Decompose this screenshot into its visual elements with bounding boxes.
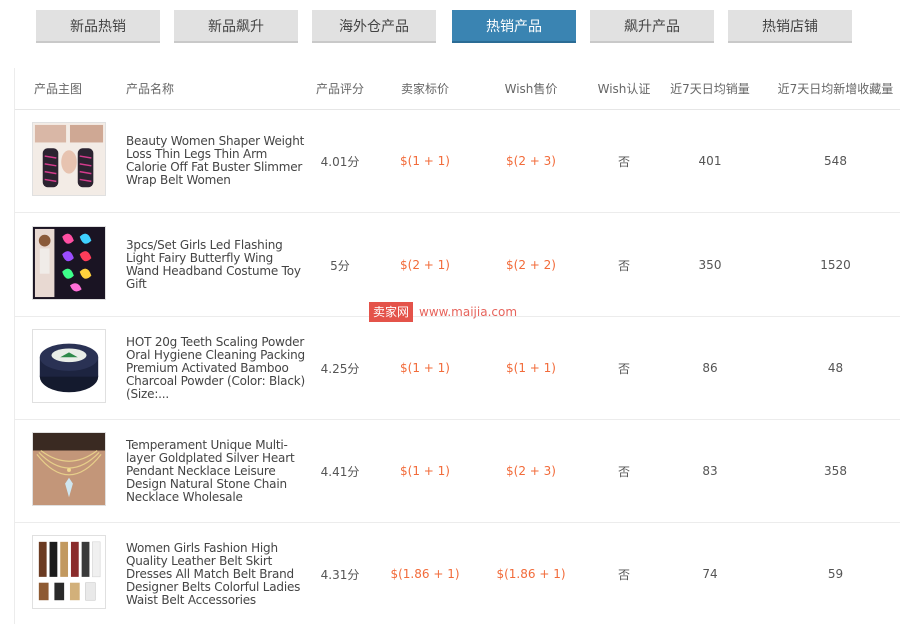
daily-sales: 74 xyxy=(702,567,718,581)
wish-price: $(1 + 1) xyxy=(506,361,556,375)
site-watermark: 卖家网 www.maijia.com xyxy=(369,301,517,323)
tab-overseas-warehouse[interactable]: 海外仓产品 xyxy=(312,10,436,43)
leather-belts-photo[interactable] xyxy=(32,535,106,609)
product-name[interactable]: HOT 20g Teeth Scaling Powder Oral Hygien… xyxy=(126,335,308,401)
daily-favorites: 48 xyxy=(827,361,844,375)
product-rating: 4.31分 xyxy=(320,567,360,582)
product-rating: 4.25分 xyxy=(320,361,360,376)
wish-cert: 否 xyxy=(617,464,630,479)
tab-new-rising[interactable]: 新品飙升 xyxy=(174,10,298,43)
watermark-url: www.maijia.com xyxy=(419,305,518,319)
daily-favorites: 59 xyxy=(827,567,844,581)
product-name[interactable]: Temperament Unique Multi-layer Goldplate… xyxy=(126,438,308,504)
seller-price: $(1 + 1) xyxy=(400,464,450,478)
product-rating: 4.01分 xyxy=(320,154,360,169)
daily-favorites: 358 xyxy=(824,464,847,478)
table-row[interactable]: Women Girls Fashion High Quality Leather… xyxy=(15,523,900,624)
seller-price: $(1 + 1) xyxy=(400,154,450,168)
table-header: 产品主图 产品名称 产品评分 卖家标价 Wish售价 Wish认证 近7天日均销… xyxy=(15,68,900,110)
wish-cert: 否 xyxy=(617,567,630,582)
product-table: 产品主图 产品名称 产品评分 卖家标价 Wish售价 Wish认证 近7天日均销… xyxy=(14,68,900,624)
wish-cert: 否 xyxy=(617,361,630,376)
wish-price: $(2 + 3) xyxy=(506,154,556,168)
watermark-label: 卖家网 xyxy=(369,302,414,322)
wish-cert: 否 xyxy=(617,154,630,169)
product-name[interactable]: Women Girls Fashion High Quality Leather… xyxy=(126,541,308,607)
tab-rising-products[interactable]: 飙升产品 xyxy=(590,10,714,43)
daily-sales: 83 xyxy=(702,464,718,478)
table-row[interactable]: Temperament Unique Multi-layer Goldplate… xyxy=(15,420,900,523)
wish-price: $(1.86 + 1) xyxy=(496,567,566,581)
table-row[interactable]: Beauty Women Shaper Weight Loss Thin Leg… xyxy=(15,110,900,213)
product-name[interactable]: Beauty Women Shaper Weight Loss Thin Leg… xyxy=(126,135,308,187)
teeth-powder-jar-photo[interactable] xyxy=(32,329,106,403)
daily-sales: 350 xyxy=(698,258,722,272)
necklace-photo[interactable] xyxy=(32,432,106,506)
daily-favorites: 548 xyxy=(824,154,847,168)
col-name: 产品名称 xyxy=(126,82,175,96)
product-name[interactable]: 3pcs/Set Girls Led Flashing Light Fairy … xyxy=(126,239,308,291)
daily-sales: 86 xyxy=(702,361,718,375)
col-image: 产品主图 xyxy=(34,82,83,96)
col-rating: 产品评分 xyxy=(315,82,364,96)
daily-sales: 401 xyxy=(698,154,722,168)
shapewear-arms-photo[interactable] xyxy=(32,122,106,196)
col-wish-price: Wish售价 xyxy=(504,82,558,96)
tab-hot-stores[interactable]: 热销店铺 xyxy=(728,10,852,43)
seller-price: $(1 + 1) xyxy=(400,361,450,375)
daily-favorites: 1520 xyxy=(820,258,851,272)
butterfly-wings-photo[interactable] xyxy=(32,226,106,300)
table-row[interactable]: HOT 20g Teeth Scaling Powder Oral Hygien… xyxy=(15,317,900,420)
col-wish-cert: Wish认证 xyxy=(597,82,651,96)
wish-cert: 否 xyxy=(617,258,630,273)
tab-hot-products[interactable]: 热销产品 xyxy=(452,10,576,43)
product-rating: 4.41分 xyxy=(320,464,360,479)
tab-new-hot[interactable]: 新品热销 xyxy=(36,10,160,43)
col-daily-favorites: 近7天日均新增收藏量 xyxy=(777,82,894,96)
seller-price: $(1.86 + 1) xyxy=(390,567,460,581)
product-rating: 5分 xyxy=(330,258,350,273)
wish-price: $(2 + 3) xyxy=(506,464,556,478)
col-seller-price: 卖家标价 xyxy=(400,82,449,96)
col-daily-sales: 近7天日均销量 xyxy=(670,82,750,96)
category-tabs: 新品热销 新品飙升 海外仓产品 热销产品 飙升产品 热销店铺 xyxy=(36,10,900,43)
